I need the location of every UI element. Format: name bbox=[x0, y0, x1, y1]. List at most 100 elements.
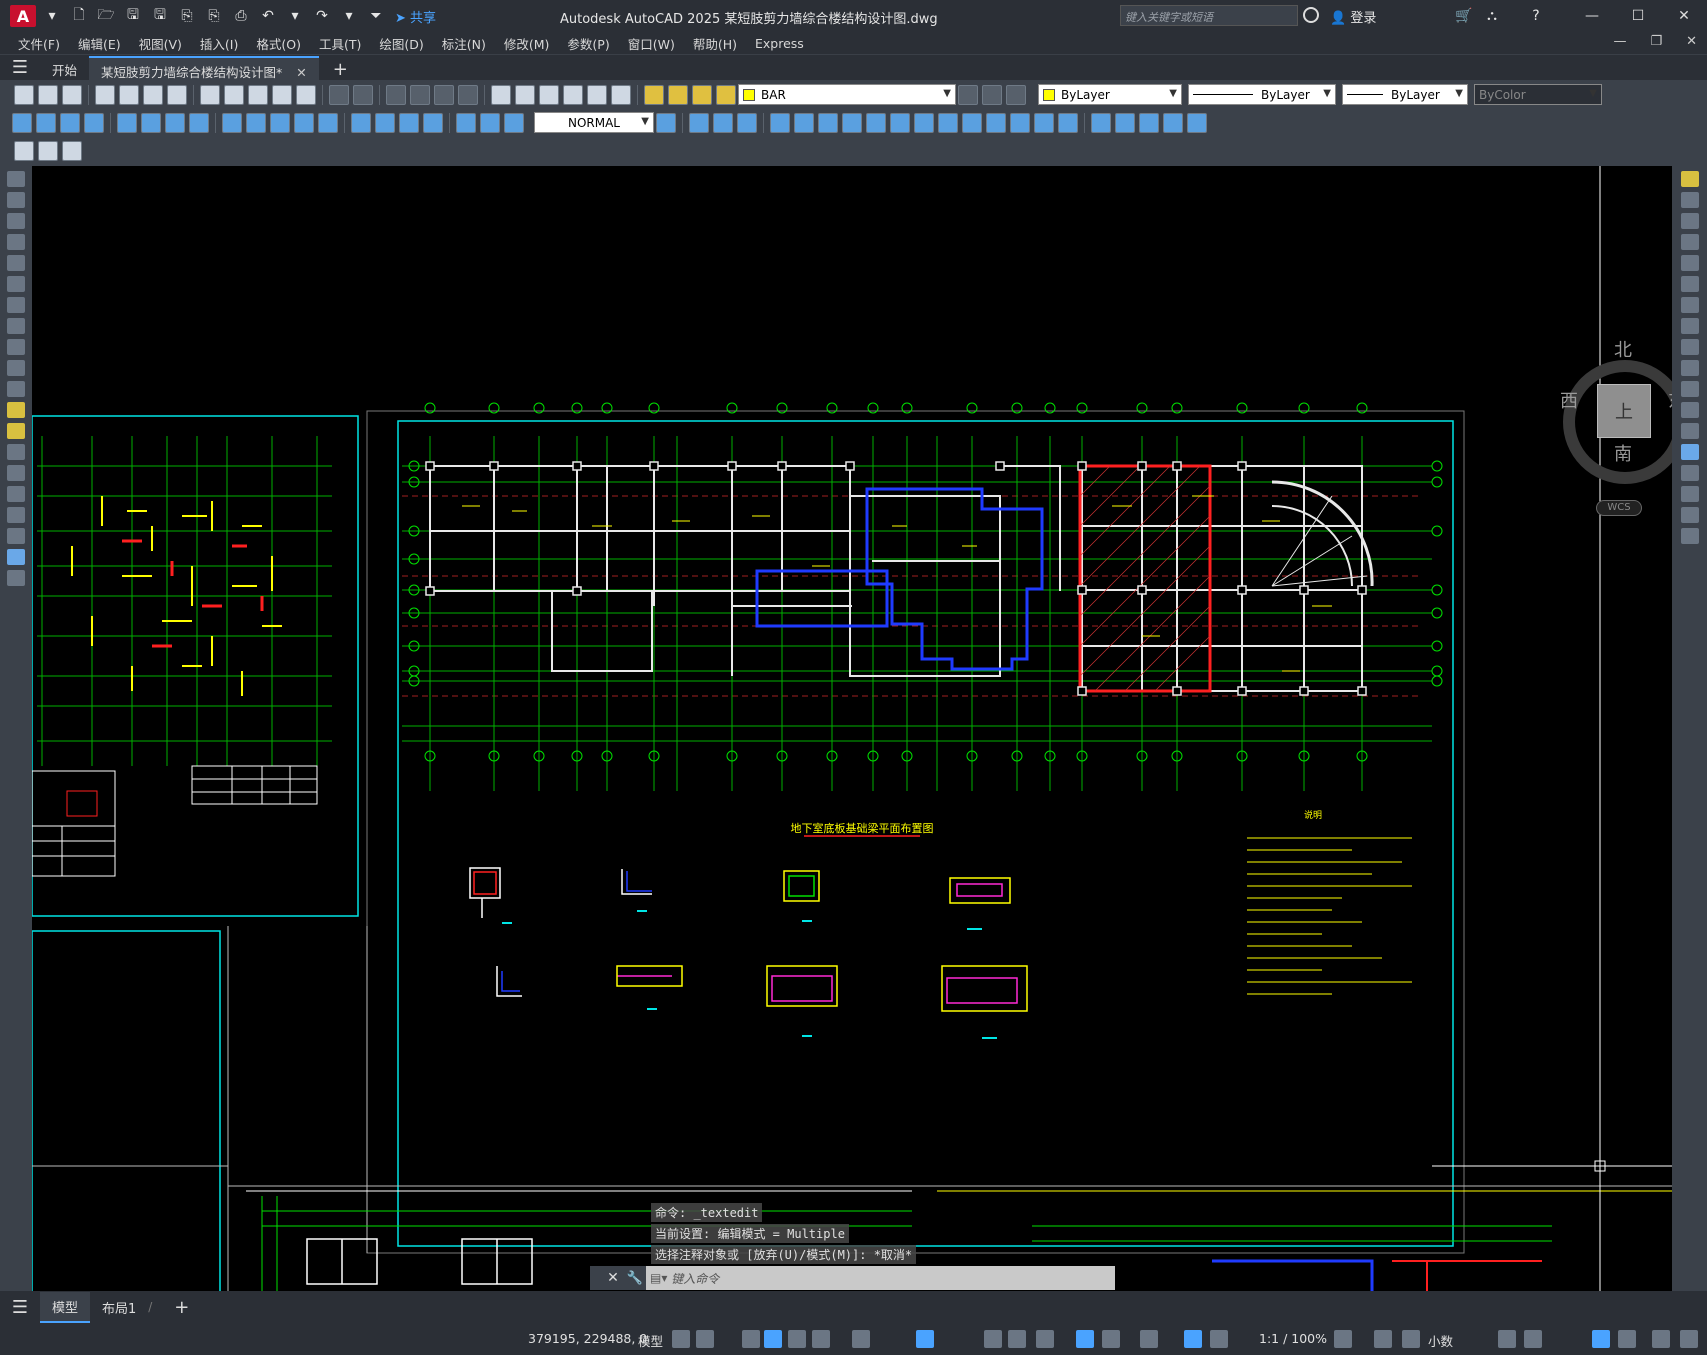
text-front-icon[interactable] bbox=[1163, 112, 1183, 133]
open-file-icon[interactable]: 🗁 bbox=[95, 5, 117, 27]
continue-dim-icon[interactable] bbox=[270, 112, 290, 133]
sheetset-icon[interactable] bbox=[563, 84, 583, 105]
doc-close-button[interactable]: ✕ bbox=[1686, 34, 1697, 49]
modify-copy-icon[interactable] bbox=[713, 112, 733, 133]
close-window-button[interactable]: ✕ bbox=[1661, 0, 1707, 32]
ordinate-dim-icon[interactable] bbox=[84, 112, 104, 133]
menu-insert[interactable]: 插入(I) bbox=[200, 34, 238, 53]
app-logo[interactable]: A bbox=[10, 5, 36, 27]
break-icon[interactable] bbox=[1680, 423, 1699, 439]
clean-screen-icon[interactable] bbox=[1652, 1330, 1670, 1348]
save-as-icon[interactable]: 🖫 bbox=[149, 5, 171, 27]
modify-fillet-icon[interactable] bbox=[1034, 112, 1054, 133]
tab-start[interactable]: 开始 bbox=[40, 56, 89, 80]
redo-dropdown-icon[interactable]: ▾ bbox=[338, 5, 360, 27]
compass-east[interactable]: 东 bbox=[1668, 387, 1672, 413]
zoom-realtime-icon[interactable] bbox=[410, 84, 430, 105]
ellipse-icon[interactable] bbox=[7, 360, 25, 376]
dim-text-edit-icon[interactable] bbox=[480, 112, 500, 133]
hatch-back-icon[interactable] bbox=[1187, 112, 1207, 133]
layout-list-icon[interactable]: ☰ bbox=[0, 1297, 40, 1318]
dim-break-icon[interactable] bbox=[318, 112, 338, 133]
menu-draw[interactable]: 绘图(D) bbox=[379, 34, 423, 53]
minimize-button[interactable]: — bbox=[1569, 0, 1615, 32]
layer-freeze-icon[interactable] bbox=[692, 84, 712, 105]
save-tb-icon[interactable] bbox=[62, 84, 82, 105]
help-icon[interactable]: ? bbox=[1525, 5, 1547, 27]
dim-style-manager-icon[interactable] bbox=[656, 112, 676, 133]
point-icon[interactable] bbox=[7, 444, 25, 460]
menu-tools[interactable]: 工具(T) bbox=[319, 34, 361, 53]
open-icon[interactable] bbox=[38, 84, 58, 105]
command-customize-icon[interactable]: 🔧 bbox=[624, 1266, 646, 1290]
viewcube-top-face[interactable]: 上 bbox=[1597, 384, 1651, 438]
text-style-icon[interactable] bbox=[14, 141, 34, 161]
layer-state-icon[interactable] bbox=[1006, 84, 1026, 105]
command-input[interactable]: ▤▾ 键入命令 bbox=[650, 1268, 1111, 1288]
command-line-grip[interactable] bbox=[590, 1266, 602, 1290]
annotation-monitor-icon[interactable] bbox=[1374, 1330, 1392, 1348]
redo-icon[interactable]: ↷ bbox=[311, 5, 333, 27]
gradient-icon[interactable] bbox=[7, 486, 25, 502]
rotate-icon[interactable] bbox=[1680, 297, 1699, 313]
modify-erase-icon[interactable] bbox=[689, 112, 709, 133]
redo-tb-icon[interactable] bbox=[353, 84, 373, 105]
jogged-linear-icon[interactable] bbox=[423, 112, 443, 133]
table-style-icon[interactable] bbox=[38, 141, 58, 161]
selection-cycling-icon[interactable] bbox=[1036, 1330, 1054, 1348]
login-button[interactable]: 👤 登录 bbox=[1330, 7, 1376, 26]
quick-dim-icon[interactable] bbox=[222, 112, 242, 133]
tool-palettes-icon[interactable] bbox=[539, 84, 559, 105]
save-icon[interactable]: 🖫 bbox=[122, 5, 144, 27]
tab-model[interactable]: 模型 bbox=[40, 1291, 91, 1323]
zoom-previous-icon[interactable] bbox=[458, 84, 478, 105]
offset-icon[interactable] bbox=[1680, 234, 1699, 250]
annotation-visibility-icon[interactable] bbox=[1184, 1330, 1202, 1348]
logo-menu-chevron-icon[interactable]: ▾ bbox=[41, 5, 63, 27]
lineweight-toggle-icon[interactable] bbox=[984, 1330, 1002, 1348]
undo-tb-icon[interactable] bbox=[329, 84, 349, 105]
new-tab-button[interactable]: + bbox=[319, 59, 362, 80]
tab-layout1[interactable]: 布局1 bbox=[90, 1293, 148, 1322]
ellipse-arc-icon[interactable] bbox=[7, 381, 25, 397]
isodraft-icon[interactable] bbox=[852, 1330, 870, 1348]
cursor-coordinates[interactable]: 379195, 229488, 0 bbox=[528, 1331, 647, 1346]
hatch-icon[interactable] bbox=[7, 465, 25, 481]
open-web-icon[interactable]: ⎘ bbox=[176, 5, 198, 27]
units-dropdown[interactable]: 小数 bbox=[1428, 1331, 1453, 1350]
block-editor-icon[interactable] bbox=[296, 84, 316, 105]
draworder-icon[interactable] bbox=[1091, 112, 1111, 133]
plot-icon[interactable]: ⎙ bbox=[230, 5, 252, 27]
object-snap-tracking-icon[interactable] bbox=[916, 1330, 934, 1348]
add-selected-icon[interactable] bbox=[7, 570, 25, 586]
modify-stretch-icon[interactable] bbox=[890, 112, 910, 133]
tab-close-icon[interactable]: ✕ bbox=[296, 65, 306, 80]
match-properties-icon[interactable] bbox=[272, 84, 292, 105]
make-current-layer-icon[interactable] bbox=[958, 84, 978, 105]
qnew-icon[interactable] bbox=[14, 84, 34, 105]
radius-dim-icon[interactable] bbox=[117, 112, 137, 133]
layer-lock-icon[interactable] bbox=[716, 84, 736, 105]
drawing-viewport[interactable]: 地下室底板基础梁平面布置图 说明 上 北 南 西 WCS bbox=[32, 166, 1672, 1291]
help-search-input[interactable]: 键入关键字或短语 bbox=[1120, 5, 1298, 26]
transparency-icon[interactable] bbox=[1008, 1330, 1026, 1348]
pan-icon[interactable] bbox=[386, 84, 406, 105]
infer-constraints-icon[interactable] bbox=[742, 1330, 760, 1348]
modify-offset-icon[interactable] bbox=[770, 112, 790, 133]
customize-toolbar-icon[interactable]: ⏷ bbox=[365, 5, 387, 27]
ortho-icon[interactable] bbox=[788, 1330, 806, 1348]
cart-icon[interactable]: 🛒 bbox=[1453, 5, 1475, 27]
3d-osnap-icon[interactable] bbox=[1076, 1330, 1094, 1348]
blend-icon[interactable] bbox=[1680, 507, 1699, 523]
construction-line-icon[interactable] bbox=[7, 192, 25, 208]
command-line-close-icon[interactable]: ✕ bbox=[602, 1266, 624, 1290]
tolerance-icon[interactable] bbox=[351, 112, 371, 133]
center-mark-icon[interactable] bbox=[375, 112, 395, 133]
modify-move-icon[interactable] bbox=[818, 112, 838, 133]
autodesk-account-icon[interactable]: ⛬ bbox=[1481, 5, 1503, 27]
linetype-dropdown[interactable]: ByLayer ▼ bbox=[1188, 84, 1336, 105]
calculator-icon[interactable] bbox=[587, 84, 607, 105]
menu-window[interactable]: 窗口(W) bbox=[628, 34, 675, 53]
modify-array-icon[interactable] bbox=[794, 112, 814, 133]
polyline-icon[interactable] bbox=[7, 213, 25, 229]
